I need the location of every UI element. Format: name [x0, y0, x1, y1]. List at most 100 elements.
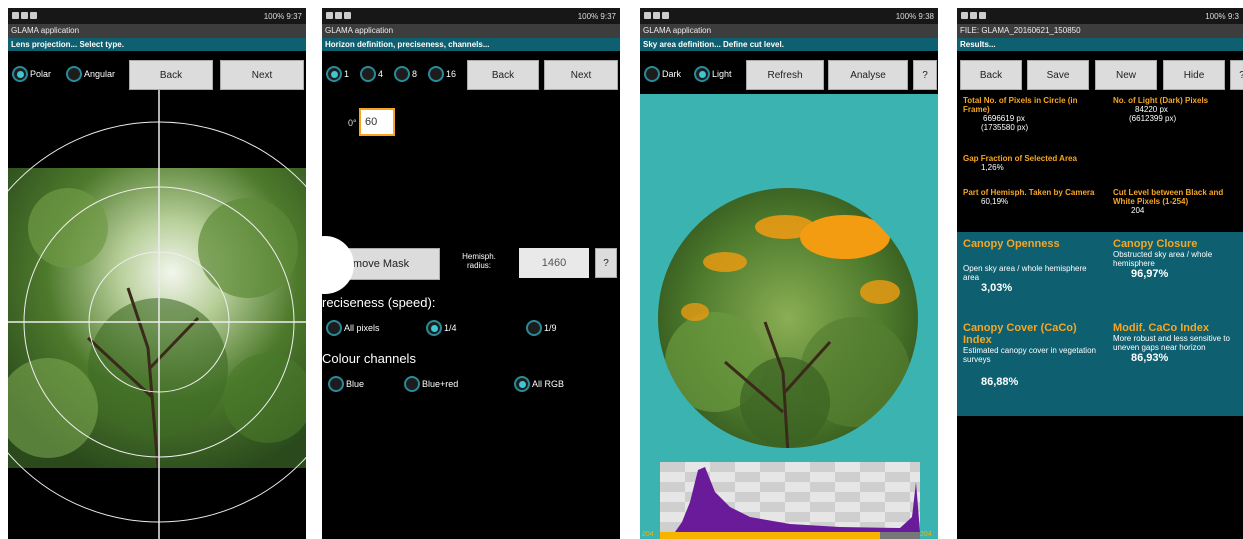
radio-indicator: [394, 66, 410, 82]
hide-button[interactable]: Hide: [1163, 60, 1225, 90]
caco-index-title: Canopy Cover (CaCo) Index: [963, 322, 1077, 346]
fisheye-image: [658, 188, 918, 448]
caco-index-block: Canopy Cover (CaCo) Index Estimated cano…: [963, 322, 1098, 388]
step-title: Results...: [957, 38, 1243, 51]
radio-indicator: [66, 66, 82, 82]
back-button[interactable]: Back: [129, 60, 213, 90]
gap-fraction-block: Gap Fraction of Selected Area 1,26%: [963, 154, 1243, 172]
canopy-openness-value: 3,03%: [981, 282, 1013, 294]
analyse-button[interactable]: Analyse: [828, 60, 908, 90]
angle-input[interactable]: 60: [359, 108, 395, 136]
radio-ninth[interactable]: 1/9: [526, 320, 557, 336]
modif-caco-block: Modif. CaCo Index More robust and less s…: [1113, 322, 1243, 364]
hist-right-value: 204: [920, 531, 932, 538]
cut-level-label: Cut Level between Black and White Pixels…: [1113, 188, 1224, 206]
status-bar: 100% 9:3: [957, 8, 1243, 24]
radio-label: 1: [344, 69, 350, 79]
image-area: 204 204: [640, 94, 938, 539]
back-button[interactable]: Back: [467, 60, 539, 90]
save-button[interactable]: Save: [1027, 60, 1089, 90]
light-pixels-block: No. of Light (Dark) Pixels 84220 px (661…: [1113, 96, 1243, 123]
radio-indicator: [694, 66, 710, 82]
radio-label: 1/9: [544, 323, 557, 333]
hist-left-value: 204: [642, 531, 654, 538]
radio-indicator: [404, 376, 420, 392]
projection-overlay: [8, 90, 306, 539]
step-title: Lens projection... Select type.: [8, 38, 306, 51]
canopy-openness-title: Canopy Openness: [963, 238, 1060, 250]
caco-index-value: 86,88%: [981, 376, 1019, 388]
canopy-openness-desc: Open sky area / whole hemisphere area: [963, 264, 1087, 282]
help-button[interactable]: ?: [1230, 60, 1243, 90]
radio-indicator: [326, 320, 342, 336]
modif-caco-title: Modif. CaCo Index: [1113, 322, 1209, 334]
app-title: GLAMA application: [322, 24, 620, 38]
screen-sky-area: 100% 9:38 GLAMA application Sky area def…: [640, 8, 938, 539]
total-pixels-block: Total No. of Pixels in Circle (in Frame)…: [963, 96, 1095, 132]
status-bar: 100% 9:38: [640, 8, 938, 24]
radio-quarter[interactable]: 1/4: [426, 320, 457, 336]
radio-dark-label: Dark: [662, 69, 682, 79]
step-title: Horizon definition, preciseness, channel…: [322, 38, 620, 51]
modif-caco-value: 86,93%: [1131, 352, 1169, 364]
total-pixels-value: 6696619 px: [983, 114, 1025, 123]
hemisph-radius-input[interactable]: 1460: [519, 248, 589, 278]
radio-blue-red[interactable]: Blue+red: [404, 376, 458, 392]
cut-level-value: 204: [1131, 206, 1145, 215]
light-pixels-label: No. of Light (Dark) Pixels: [1113, 96, 1209, 105]
canopy-closure-title: Canopy Closure: [1113, 238, 1198, 250]
radio-indicator: [12, 66, 28, 82]
next-button[interactable]: Next: [220, 60, 304, 90]
radio-polar-label: Polar: [30, 69, 52, 79]
step-title: Sky area definition... Define cut level.: [640, 38, 938, 51]
radio-light-label: Light: [712, 69, 732, 79]
radio-polar[interactable]: Polar: [12, 66, 51, 82]
status-right: 100% 9:3: [1205, 11, 1239, 21]
cut-level-block: Cut Level between Black and White Pixels…: [1113, 188, 1243, 215]
file-title: FILE: GLAMA_20160621_150850: [957, 24, 1243, 38]
radio-indicator: [326, 66, 342, 82]
radio-angular[interactable]: Angular: [66, 66, 115, 82]
app-title: GLAMA application: [8, 24, 306, 38]
radio-light[interactable]: Light: [694, 66, 732, 82]
next-button[interactable]: Next: [544, 60, 618, 90]
canopy-openness-block: Canopy Openness Open sky area / whole he…: [963, 238, 1098, 294]
help-button[interactable]: ?: [595, 248, 617, 278]
back-button[interactable]: Back: [960, 60, 1022, 90]
radio-4[interactable]: 4: [360, 66, 383, 82]
radio-1[interactable]: 1: [326, 66, 349, 82]
total-pixels-label: Total No. of Pixels in Circle (in Frame): [963, 96, 1078, 114]
refresh-button[interactable]: Refresh: [746, 60, 824, 90]
hemisph-part-value: 60,19%: [981, 197, 1009, 206]
radio-label: Blue+red: [422, 379, 459, 389]
status-right: 100% 9:37: [577, 11, 616, 21]
radio-indicator: [514, 376, 530, 392]
app-title: GLAMA application: [640, 24, 938, 38]
radio-label: Blue: [346, 379, 365, 389]
preciseness-label: reciseness (speed):: [322, 295, 436, 310]
canopy-closure-block: Canopy Closure Obstructed sky area / who…: [1113, 238, 1243, 280]
hemisph-part-label: Part of Hemisph. Taken by Camera: [963, 188, 1095, 197]
colour-channels-label: Colour channels: [322, 351, 416, 366]
radio-label: 1/4: [444, 323, 457, 333]
radio-16[interactable]: 16: [428, 66, 456, 82]
radio-all-rgb[interactable]: All RGB: [514, 376, 564, 392]
radio-8[interactable]: 8: [394, 66, 417, 82]
radio-indicator: [644, 66, 660, 82]
radio-indicator: [426, 320, 442, 336]
radio-label: All pixels: [344, 323, 380, 333]
radio-label: All RGB: [532, 379, 565, 389]
radio-blue[interactable]: Blue: [328, 376, 364, 392]
new-button[interactable]: New: [1095, 60, 1157, 90]
radio-all-pixels[interactable]: All pixels: [326, 320, 380, 336]
radio-dark[interactable]: Dark: [644, 66, 681, 82]
radio-indicator: [526, 320, 542, 336]
results-panel: Canopy Openness Open sky area / whole he…: [957, 232, 1243, 416]
histogram[interactable]: [660, 462, 920, 539]
status-right: 100% 9:38: [895, 11, 934, 21]
status-bar: 100% 9:37: [322, 8, 620, 24]
status-bar: 100% 9:37: [8, 8, 306, 24]
help-button[interactable]: ?: [913, 60, 937, 90]
gap-fraction-label: Gap Fraction of Selected Area: [963, 154, 1077, 163]
gap-fraction-value: 1,26%: [981, 163, 1004, 172]
